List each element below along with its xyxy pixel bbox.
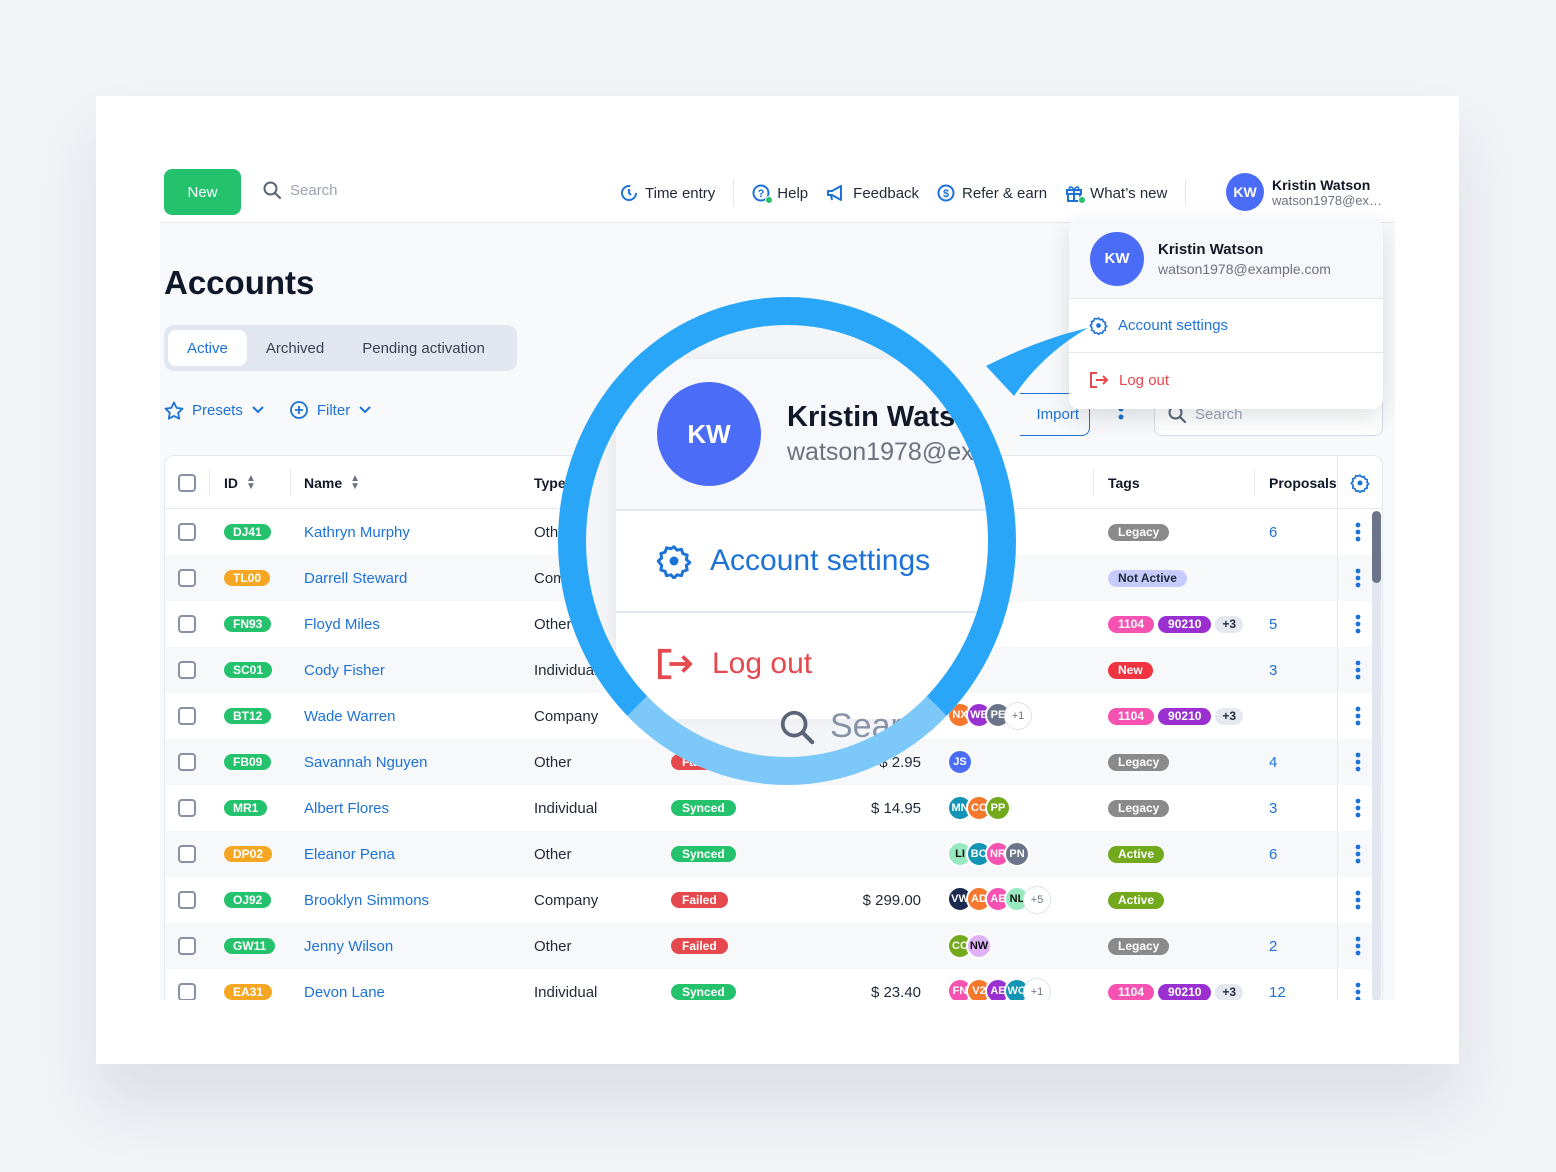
callout-pointer [986,328,1088,396]
screenshot-card: New Search Time entry ? Help Feedback $ … [96,96,1459,1064]
